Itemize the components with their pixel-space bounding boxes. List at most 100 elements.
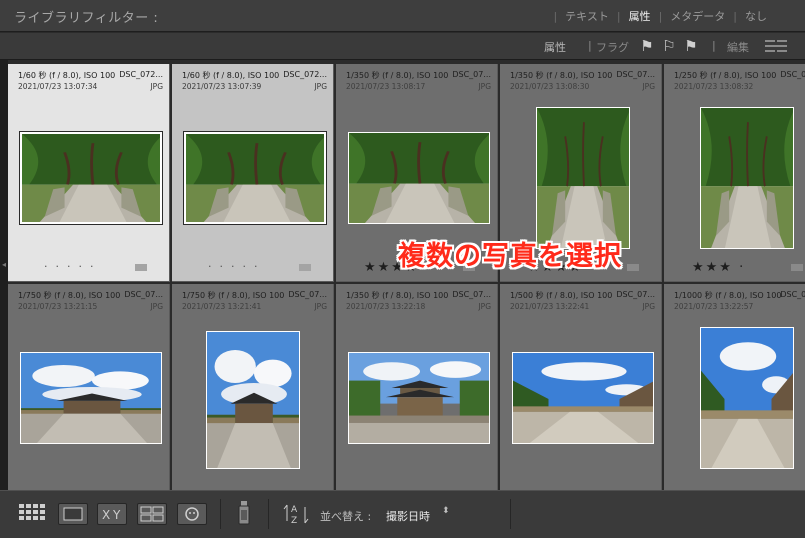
sort-label: 並べ替え : xyxy=(320,510,372,523)
photo-thumbnail[interactable] xyxy=(348,352,490,444)
photo-thumbnail[interactable] xyxy=(206,331,300,469)
library-filter-title: ライブラリフィルター : xyxy=(14,11,159,26)
pick-flag-icon[interactable]: ⚑ xyxy=(637,37,657,55)
file-name: DSC_07... xyxy=(124,290,163,299)
tab-text[interactable]: テキスト xyxy=(557,8,617,24)
photo-thumbnail[interactable] xyxy=(20,352,162,444)
photo-thumbnail[interactable] xyxy=(348,132,490,224)
svg-text:A: A xyxy=(291,505,298,515)
flag-filter-group: ⚑ ⚐ ⚑ xyxy=(637,37,701,55)
capture-date: 2021/07/23 13:07:39 xyxy=(182,82,262,91)
attribute-filter-bar: 属性 | フラグ ⚑ ⚐ ⚑ | 編集 xyxy=(0,33,805,60)
edit-label: 編集 xyxy=(727,41,749,54)
file-extension: JPG xyxy=(478,302,491,311)
file-name: DSC_072... xyxy=(119,70,163,79)
photo-thumbnail[interactable] xyxy=(19,131,163,225)
annotation-callout: 複数の写真を選択 xyxy=(398,241,622,272)
tab-attribute[interactable]: 属性 xyxy=(621,8,659,24)
file-name: DSC_07... xyxy=(288,290,327,299)
left-panel-edge[interactable]: ◂ xyxy=(0,60,8,490)
star-rating[interactable]: ★★★ · xyxy=(692,260,745,275)
toolbar-divider xyxy=(268,499,269,529)
grid-cell[interactable]: 1/1000 秒 (f / 8.0), ISO 100DSC_07... 2021… xyxy=(664,284,805,490)
grid-cell[interactable]: 1/750 秒 (f / 8.0), ISO 100 DSC_07... 2021/… xyxy=(172,284,334,490)
capture-date: 2021/07/23 13:08:30 xyxy=(510,82,590,91)
exposure-info: 1/350 秒 (f / 8.0), ISO 100 xyxy=(346,291,449,300)
file-extension: JPG xyxy=(642,82,655,91)
edit-badge-icon xyxy=(135,264,147,271)
survey-view-icon[interactable] xyxy=(137,503,167,525)
photo-thumbnail[interactable] xyxy=(700,327,794,469)
file-name: DSC_07... xyxy=(452,290,491,299)
exposure-info: 1/1000 秒 (f / 8.0), ISO 100 xyxy=(674,291,782,300)
sort-dropdown-icon[interactable]: ⬍ xyxy=(442,506,450,516)
sort-value[interactable]: 撮影日時 xyxy=(386,508,430,524)
grid-view-icon[interactable] xyxy=(18,503,48,525)
exposure-info: 1/350 秒 (f / 8.0), ISO 100 xyxy=(346,71,449,80)
file-name: DSC_07... xyxy=(452,70,491,79)
grid-cell[interactable]: 1/60 秒 (f / 8.0), ISO 100 DSC_072... 2021/… xyxy=(172,64,334,282)
toolbar-divider xyxy=(220,499,221,529)
attribute-label: 属性 xyxy=(544,41,566,54)
edit-badge-icon xyxy=(299,264,311,271)
grid-cell[interactable]: 1/750 秒 (f / 8.0), ISO 100 DSC_07... 2021/… xyxy=(8,284,170,490)
tab-metadata[interactable]: メタデータ xyxy=(662,8,733,24)
svg-text:Y: Y xyxy=(112,508,121,522)
capture-date: 2021/07/23 13:07:34 xyxy=(18,82,98,91)
capture-date: 2021/07/23 13:22:41 xyxy=(510,302,590,311)
tab-none[interactable]: なし xyxy=(737,8,775,24)
grid-cell[interactable]: 1/60 秒 (f / 8.0), ISO 100 DSC_072... 2021/… xyxy=(8,64,170,282)
file-extension: JPG xyxy=(150,82,163,91)
empty-rating[interactable]: ····· xyxy=(208,260,265,273)
reject-flag-icon[interactable]: ⚑ xyxy=(681,37,701,55)
edit-status-icon[interactable] xyxy=(764,38,788,54)
photo-thumbnail[interactable] xyxy=(536,107,630,249)
bottom-toolbar: XY AZ 並べ替え : 撮影日時 ⬍ xyxy=(0,490,805,538)
capture-date: 2021/07/23 13:22:18 xyxy=(346,302,426,311)
people-view-icon[interactable] xyxy=(177,503,207,525)
exposure-info: 1/60 秒 (f / 8.0), ISO 100 xyxy=(18,71,116,80)
lightroom-library: ライブラリフィルター : | テキスト | 属性 | メタデータ | なし 属性… xyxy=(0,0,805,538)
grid-cell[interactable]: 1/350 秒 (f / 8.0), ISO 100 DSC_07... 2021/… xyxy=(336,284,498,490)
capture-date: 2021/07/23 13:21:15 xyxy=(18,302,98,311)
file-name: DSC_07... xyxy=(780,70,805,79)
photo-thumbnail[interactable] xyxy=(512,352,654,444)
grid-cell[interactable]: 1/250 秒 (f / 8.0), ISO 100DSC_07... 2021/… xyxy=(664,64,805,282)
file-extension: JPG xyxy=(150,302,163,311)
loupe-view-icon[interactable] xyxy=(58,503,88,525)
svg-text:Z: Z xyxy=(291,516,297,526)
filter-tabs: | テキスト | 属性 | メタデータ | なし xyxy=(553,8,775,24)
grid-cell[interactable]: 1/500 秒 (f / 8.0), ISO 100 DSC_07... 2021/… xyxy=(500,284,662,490)
compare-view-icon[interactable]: XY xyxy=(97,503,127,525)
exposure-info: 1/60 秒 (f / 8.0), ISO 100 xyxy=(182,71,280,80)
empty-rating[interactable]: ····· xyxy=(44,260,101,273)
capture-date: 2021/07/23 13:08:17 xyxy=(346,82,426,91)
exposure-info: 1/250 秒 (f / 8.0), ISO 100 xyxy=(674,71,777,80)
toolbar-divider xyxy=(510,499,511,529)
exposure-info: 1/750 秒 (f / 8.0), ISO 100 xyxy=(182,291,285,300)
edit-badge-icon xyxy=(627,264,639,271)
photo-thumbnail[interactable] xyxy=(700,107,794,249)
flag-label: フラグ xyxy=(596,41,629,54)
painter-icon[interactable] xyxy=(234,499,254,529)
exposure-info: 1/500 秒 (f / 8.0), ISO 100 xyxy=(510,291,613,300)
exposure-info: 1/350 秒 (f / 8.0), ISO 100 xyxy=(510,71,613,80)
file-extension: JPG xyxy=(314,82,327,91)
capture-date: 2021/07/23 13:22:57 xyxy=(674,302,754,311)
flag-separator: | xyxy=(588,39,592,52)
svg-text:X: X xyxy=(102,508,110,522)
file-extension: JPG xyxy=(478,82,491,91)
photo-thumbnail[interactable] xyxy=(183,131,327,225)
photo-grid: 1/60 秒 (f / 8.0), ISO 100 DSC_072... 2021/… xyxy=(8,64,805,490)
file-name: DSC_07... xyxy=(616,70,655,79)
file-name: DSC_07... xyxy=(616,290,655,299)
unflag-icon[interactable]: ⚐ xyxy=(659,37,679,55)
file-extension: JPG xyxy=(642,302,655,311)
library-filter-bar: ライブラリフィルター : | テキスト | 属性 | メタデータ | なし xyxy=(0,0,805,32)
file-name: DSC_072... xyxy=(283,70,327,79)
edit-badge-icon xyxy=(791,264,803,271)
panel-collapse-icon[interactable]: ◂ xyxy=(2,260,6,269)
capture-date: 2021/07/23 13:08:32 xyxy=(674,82,754,91)
sort-direction-icon[interactable]: AZ xyxy=(282,501,310,527)
capture-date: 2021/07/23 13:21:41 xyxy=(182,302,262,311)
